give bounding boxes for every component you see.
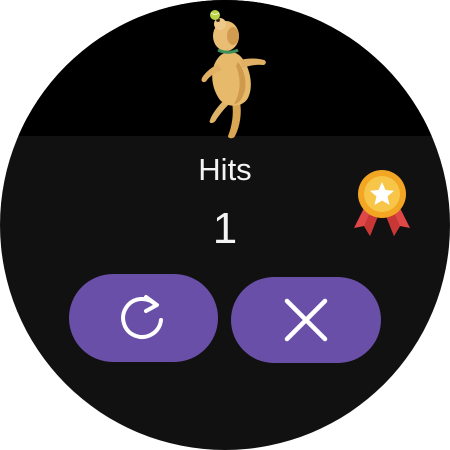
watch-screen: Hits 1 xyxy=(0,0,450,450)
close-icon xyxy=(284,298,328,342)
award-medal-icon xyxy=(354,170,410,236)
character-banner xyxy=(0,0,450,139)
retry-button[interactable] xyxy=(69,274,218,362)
retry-icon xyxy=(120,295,163,339)
close-button[interactable] xyxy=(231,277,381,363)
dancing-dog-illustration xyxy=(201,10,266,139)
